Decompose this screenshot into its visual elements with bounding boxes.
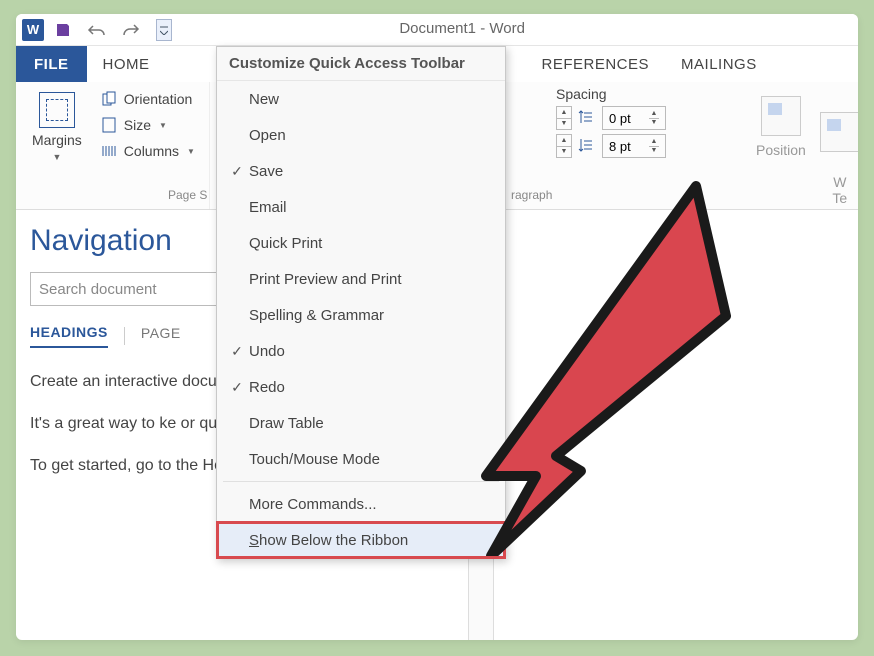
qat-menu-spelling[interactable]: Spelling & Grammar [217,297,505,333]
chevron-down-icon: ▼ [52,152,61,162]
tab-home[interactable]: HOME [87,46,166,82]
menu-item-label: Spelling & Grammar [249,307,384,324]
qat-menu-more-commands[interactable]: More Commands... [217,486,505,522]
word-window: W Document1 - Word FILE HOME REFERENCES … [16,14,858,640]
tab-mailings[interactable]: MAILINGS [665,46,773,82]
menu-separator [223,481,499,482]
menu-item-label: Save [249,163,283,180]
spacing-label: Spacing [556,86,666,102]
space-before-spinner[interactable]: ▲▼ [649,109,659,127]
wrap-text-button[interactable]: W Te [820,96,858,206]
tab-file[interactable]: FILE [16,46,87,82]
qat-menu-print-preview[interactable]: Print Preview and Print [217,261,505,297]
margins-label: Margins [32,132,82,148]
menu-item-label: Draw Table [249,415,324,432]
margins-icon [39,92,75,128]
qat-menu-email[interactable]: Email [217,189,505,225]
columns-button[interactable]: Columns ▼ [96,140,199,162]
space-before-input[interactable]: 0 pt ▲▼ [602,106,666,130]
menu-item-label: New [249,91,279,108]
position-label: Position [756,142,806,158]
nav-tab-separator [124,327,125,345]
chevron-down-icon: ▼ [187,147,195,156]
chevron-down-icon: ▼ [159,121,167,130]
arrange-group: Position W Te [756,96,858,206]
search-placeholder: Search document [39,281,157,298]
menu-item-label: Undo [249,343,285,360]
menu-item-label: More Commands... [249,496,377,513]
orientation-button[interactable]: Orientation [96,88,199,110]
spacing-group: Spacing ▲▼ 0 pt ▲▼ ▲▼ 8 pt ▲▼ [556,86,666,162]
title-bar: W Document1 - Word [16,14,858,46]
redo-icon [121,22,141,38]
wrap-text-icon [820,112,858,152]
menu-item-label: Email [249,199,287,216]
spacing-after-row: ▲▼ 8 pt ▲▼ [556,134,666,158]
wrap-text-label: W Te [832,174,847,206]
page-setup-stack: Orientation Size ▼ Columns ▼ [96,88,199,162]
customize-qat-menu: Customize Quick Access Toolbar New Open … [216,46,506,559]
nav-tab-pages[interactable]: PAGE [141,325,181,347]
qat-menu-title: Customize Quick Access Toolbar [217,47,505,81]
indent-right-spinner[interactable]: ▲▼ [556,134,572,158]
space-before-value: 0 pt [609,111,631,126]
qat-menu-show-below-ribbon[interactable]: Show Below the Ribbon [217,522,505,558]
qat-menu-open[interactable]: Open [217,117,505,153]
size-button[interactable]: Size ▼ [96,114,199,136]
page-setup-group-label: Page S [168,188,207,202]
qat-menu-draw-table[interactable]: Draw Table [217,405,505,441]
orientation-icon [100,90,118,108]
qat-customize-dropdown[interactable] [156,19,172,41]
qat-menu-redo[interactable]: ✓Redo [217,369,505,405]
indent-left-spinner[interactable]: ▲▼ [556,106,572,130]
qat-menu-save[interactable]: ✓Save [217,153,505,189]
qat-menu-undo[interactable]: ✓Undo [217,333,505,369]
chevron-down-icon [160,25,168,35]
space-before-icon [578,109,596,127]
size-label: Size [124,117,151,133]
menu-item-label: Print Preview and Print [249,271,402,288]
qat-menu-touch-mouse[interactable]: Touch/Mouse Mode [217,441,505,477]
qat-menu-new[interactable]: New [217,81,505,117]
nav-tab-headings[interactable]: HEADINGS [30,324,108,348]
menu-item-label: Quick Print [249,235,322,252]
size-icon [100,116,118,134]
quick-access-toolbar [52,19,172,41]
qat-menu-quick-print[interactable]: Quick Print [217,225,505,261]
undo-icon [87,22,107,38]
space-after-input[interactable]: 8 pt ▲▼ [602,134,666,158]
position-button[interactable]: Position [756,96,806,206]
margins-button[interactable]: Margins ▼ [26,88,88,166]
columns-label: Columns [124,143,179,159]
menu-item-label: Open [249,127,286,144]
document-title: Document1 - Word [399,20,525,37]
check-icon: ✓ [225,163,249,180]
spacing-before-row: ▲▼ 0 pt ▲▼ [556,106,666,130]
check-icon: ✓ [225,343,249,360]
save-icon [55,22,71,38]
undo-button[interactable] [86,19,108,41]
space-after-icon [578,137,596,155]
columns-icon [100,142,118,160]
menu-item-label: Redo [249,379,285,396]
check-icon: ✓ [225,379,249,396]
redo-button[interactable] [120,19,142,41]
tab-references[interactable]: REFERENCES [526,46,666,82]
word-app-icon: W [22,19,44,41]
space-after-value: 8 pt [609,139,631,154]
space-after-spinner[interactable]: ▲▼ [649,137,659,155]
orientation-label: Orientation [124,91,192,107]
menu-item-label: Touch/Mouse Mode [249,451,380,468]
paragraph-group-label: ragraph [511,188,552,202]
save-button[interactable] [52,19,74,41]
position-icon [761,96,801,136]
menu-item-label: Show Below the Ribbon [249,532,408,549]
